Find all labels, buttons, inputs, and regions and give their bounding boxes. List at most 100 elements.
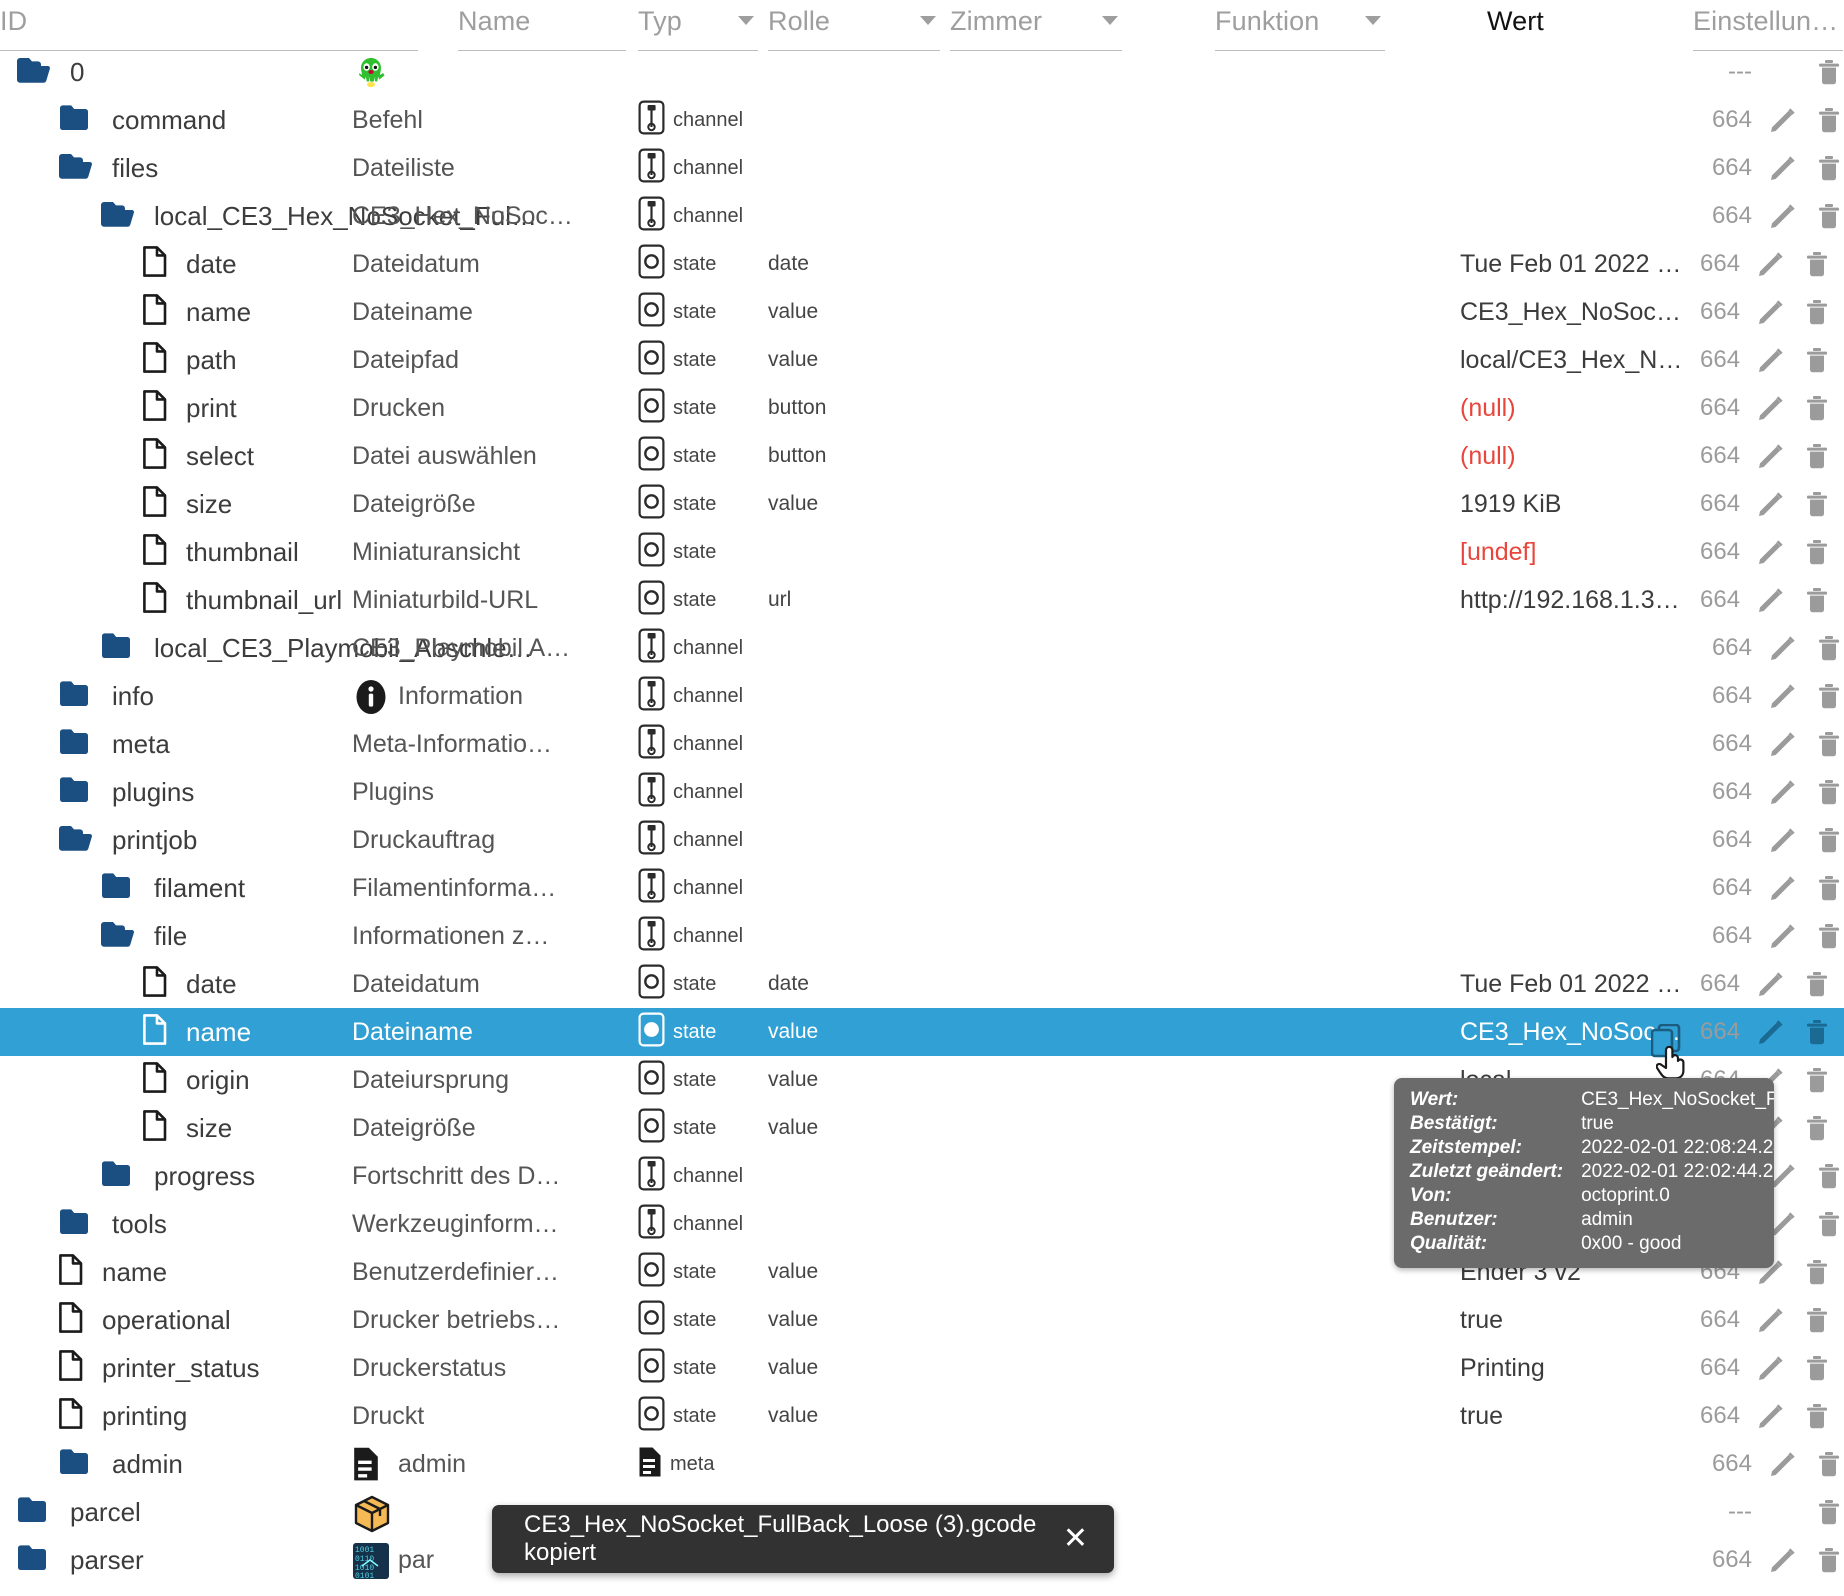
folder-open-icon[interactable]	[58, 823, 94, 858]
delete-icon[interactable]	[1802, 345, 1832, 375]
cell-wert[interactable]: true	[1460, 1296, 1690, 1344]
delete-icon[interactable]	[1814, 729, 1844, 759]
delete-icon[interactable]	[1802, 1113, 1832, 1143]
delete-icon[interactable]	[1814, 825, 1844, 855]
cell-wert[interactable]: [undef]	[1460, 528, 1690, 576]
cell-wert[interactable]	[1460, 1488, 1690, 1536]
chevron-down-icon[interactable]	[920, 16, 936, 25]
table-row[interactable]: thumbnail Miniaturansicht state [undef] 664	[0, 528, 1844, 576]
cell-wert[interactable]: (null)	[1460, 384, 1690, 432]
table-row[interactable]: path Dateipfad state value local/CE3_Hex_No……	[0, 336, 1844, 384]
delete-icon[interactable]	[1802, 297, 1832, 327]
cell-wert[interactable]: Printing	[1460, 1344, 1690, 1392]
folder-icon[interactable]	[58, 1447, 94, 1482]
delete-icon[interactable]	[1802, 249, 1832, 279]
file-icon[interactable]	[142, 245, 168, 283]
table-row[interactable]: date Dateidatum state date Tue Feb 01 2022 ……	[0, 960, 1844, 1008]
file-icon[interactable]	[142, 293, 168, 331]
delete-icon[interactable]	[1814, 681, 1844, 711]
filter-input-id[interactable]: ID	[0, 6, 418, 51]
edit-icon[interactable]	[1756, 297, 1786, 327]
table-row[interactable]: admin admin meta 664	[0, 1440, 1844, 1488]
table-row[interactable]: print Drucken state button (null) 664	[0, 384, 1844, 432]
file-icon[interactable]	[142, 485, 168, 523]
table-row[interactable]: meta Meta-Informatio… channel 664	[0, 720, 1844, 768]
cell-wert[interactable]	[1460, 864, 1690, 912]
file-icon[interactable]	[58, 1349, 84, 1387]
delete-icon[interactable]	[1814, 1449, 1844, 1479]
table-row[interactable]: command Befehl channel 664	[0, 96, 1844, 144]
file-icon[interactable]	[142, 965, 168, 1003]
table-row[interactable]: local_CE3_Hex_NoSocket_Ful… CE3_Hex_NoSoc…	[0, 192, 1844, 240]
file-icon[interactable]	[142, 389, 168, 427]
delete-icon[interactable]	[1814, 1497, 1844, 1527]
folder-icon[interactable]	[100, 1159, 136, 1194]
folder-open-icon[interactable]	[100, 199, 136, 234]
filter-input-rolle[interactable]: Rolle	[768, 6, 940, 51]
delete-icon[interactable]	[1802, 1257, 1832, 1287]
edit-icon[interactable]	[1756, 489, 1786, 519]
edit-icon[interactable]	[1756, 249, 1786, 279]
edit-icon[interactable]	[1768, 921, 1798, 951]
cell-wert[interactable]	[1460, 192, 1690, 240]
folder-open-icon[interactable]	[58, 151, 94, 186]
cell-wert[interactable]: (null)	[1460, 432, 1690, 480]
edit-icon[interactable]	[1756, 393, 1786, 423]
cell-wert[interactable]	[1460, 96, 1690, 144]
edit-icon[interactable]	[1768, 1449, 1798, 1479]
cell-wert[interactable]	[1460, 48, 1690, 96]
file-icon[interactable]	[142, 437, 168, 475]
delete-icon[interactable]	[1802, 1065, 1832, 1095]
delete-icon[interactable]	[1814, 201, 1844, 231]
folder-icon[interactable]	[16, 1495, 52, 1530]
edit-icon[interactable]	[1756, 1353, 1786, 1383]
cell-wert[interactable]	[1460, 1536, 1690, 1584]
delete-icon[interactable]	[1802, 1401, 1832, 1431]
table-row[interactable]: file Informationen z… channel 664	[0, 912, 1844, 960]
folder-icon[interactable]	[100, 631, 136, 666]
folder-icon[interactable]	[58, 679, 94, 714]
table-row[interactable]: size Dateigröße state value 1919 KiB 664	[0, 480, 1844, 528]
table-row[interactable]: name Dateiname state value CE3_Hex_NoSock… 66…	[0, 1008, 1844, 1056]
edit-icon[interactable]	[1756, 537, 1786, 567]
cell-wert[interactable]	[1460, 912, 1690, 960]
cell-wert[interactable]	[1460, 768, 1690, 816]
delete-icon[interactable]	[1814, 777, 1844, 807]
delete-icon[interactable]	[1814, 57, 1844, 87]
delete-icon[interactable]	[1814, 873, 1844, 903]
table-row[interactable]: date Dateidatum state date Tue Feb 01 2022 ……	[0, 240, 1844, 288]
table-row[interactable]: name Dateiname state value CE3_Hex_NoSock… 66…	[0, 288, 1844, 336]
delete-icon[interactable]	[1802, 585, 1832, 615]
folder-icon[interactable]	[100, 871, 136, 906]
folder-icon[interactable]	[58, 1207, 94, 1242]
edit-icon[interactable]	[1768, 633, 1798, 663]
folder-open-icon[interactable]	[16, 55, 52, 90]
delete-icon[interactable]	[1802, 1305, 1832, 1335]
close-icon[interactable]: ✕	[1063, 1524, 1088, 1554]
chevron-down-icon[interactable]	[1102, 16, 1118, 25]
chevron-down-icon[interactable]	[1365, 16, 1381, 25]
delete-icon[interactable]	[1802, 489, 1832, 519]
delete-icon[interactable]	[1802, 1017, 1832, 1047]
delete-icon[interactable]	[1802, 537, 1832, 567]
cell-wert[interactable]: Tue Feb 01 2022 …	[1460, 240, 1690, 288]
delete-icon[interactable]	[1802, 393, 1832, 423]
edit-icon[interactable]	[1756, 345, 1786, 375]
edit-icon[interactable]	[1756, 1017, 1786, 1047]
table-row[interactable]: thumbnail_url Miniaturbild-URL state url htt…	[0, 576, 1844, 624]
folder-icon[interactable]	[58, 103, 94, 138]
filter-input-typ[interactable]: Typ	[638, 6, 758, 51]
edit-icon[interactable]	[1768, 1545, 1798, 1575]
file-icon[interactable]	[58, 1397, 84, 1435]
edit-icon[interactable]	[1768, 729, 1798, 759]
delete-icon[interactable]	[1802, 441, 1832, 471]
cell-wert[interactable]	[1460, 816, 1690, 864]
column-label-wert[interactable]: Wert	[1487, 6, 1617, 46]
edit-icon[interactable]	[1756, 969, 1786, 999]
cell-wert[interactable]	[1460, 1440, 1690, 1488]
edit-icon[interactable]	[1756, 1305, 1786, 1335]
edit-icon[interactable]	[1768, 105, 1798, 135]
folder-icon[interactable]	[58, 775, 94, 810]
delete-icon[interactable]	[1814, 1161, 1844, 1191]
table-row[interactable]: printer_status Druckerstatus state value Pri…	[0, 1344, 1844, 1392]
